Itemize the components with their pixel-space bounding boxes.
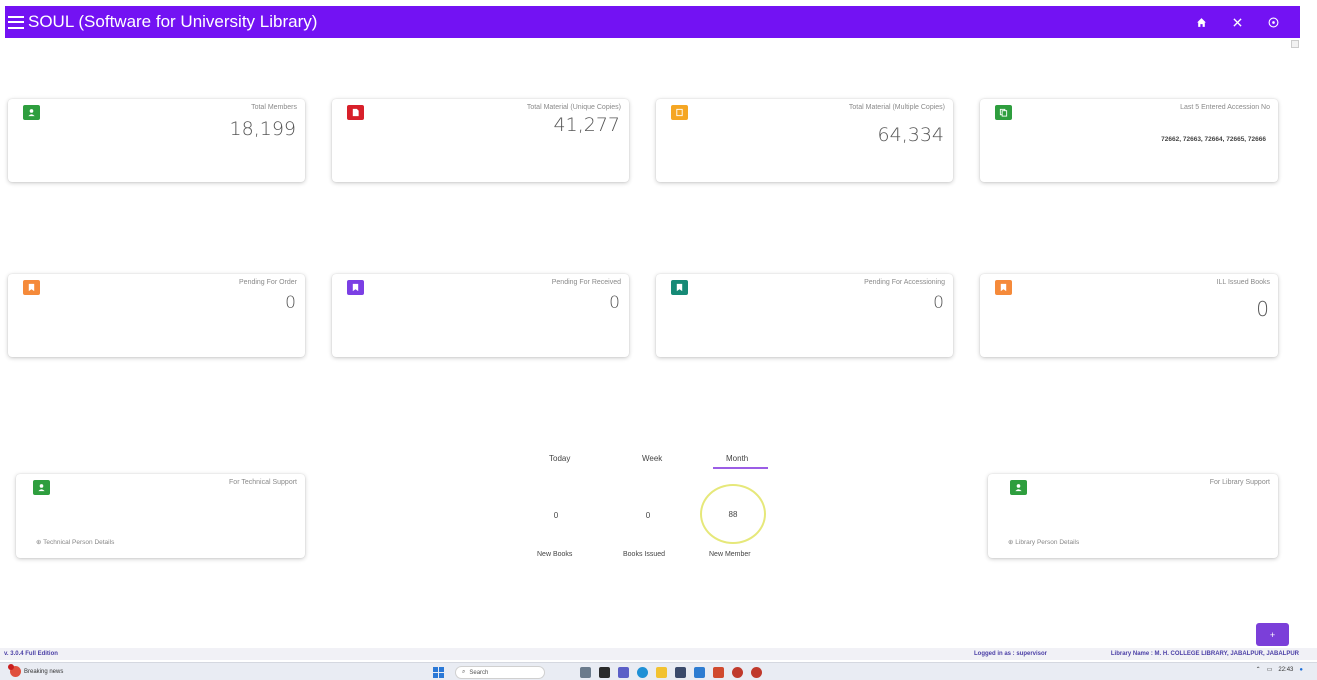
book-icon (671, 280, 688, 295)
logged-in-text: Logged in as : supervisor (973, 651, 1047, 657)
chevron-up-icon[interactable]: ⌃ (1256, 666, 1261, 673)
card-total-members[interactable]: Total Members 18,199 (8, 99, 305, 182)
stat-label: Pending For Received (551, 279, 621, 286)
support-label: For Technical Support (229, 479, 297, 486)
book-icon (23, 280, 40, 295)
tab-week[interactable]: Week (642, 454, 662, 463)
tab-today[interactable]: Today (549, 454, 570, 463)
news-text: Breaking news (24, 668, 64, 675)
taskbar-app-icon[interactable] (732, 667, 743, 678)
stat-value: 64,334 (877, 124, 944, 146)
store-icon[interactable] (675, 667, 686, 678)
home-icon[interactable] (1192, 13, 1210, 31)
new-books-count: 0 (553, 511, 559, 520)
book-icon (347, 280, 364, 295)
stat-value: 18,199 (229, 118, 296, 140)
clock[interactable]: 22:43 (1278, 667, 1293, 673)
search-icon: ⌕ (462, 669, 466, 675)
menu-icon[interactable] (8, 15, 24, 29)
card-ill-issued[interactable]: ILL Issued Books 0 (980, 274, 1278, 357)
taskbar-app-icon[interactable] (599, 667, 610, 678)
card-total-material-unique[interactable]: Total Material (Unique Copies) 41,277 (332, 99, 629, 182)
taskbar-app-icon[interactable] (580, 667, 591, 678)
stat-label: Total Material (Multiple Copies) (848, 104, 945, 111)
stat-label: ILL Issued Books (1216, 279, 1270, 286)
new-member-count: 88 (728, 510, 738, 519)
stat-value: 41,277 (553, 114, 620, 136)
stat-label: Pending For Order (239, 279, 297, 286)
library-name-text: Library Name : M. H. COLLEGE LIBRARY, JA… (1110, 651, 1299, 657)
user-icon (1010, 480, 1027, 495)
taskbar-app-icon[interactable] (751, 667, 762, 678)
help-icon[interactable] (1264, 13, 1282, 31)
stat-value: 0 (609, 293, 620, 313)
search-placeholder: Search (469, 669, 489, 676)
scroll-indicator[interactable] (1291, 40, 1299, 48)
file-explorer-icon[interactable] (656, 667, 667, 678)
taskbar-search[interactable]: ⌕ Search (455, 666, 545, 679)
books-issued-count: 0 (645, 511, 651, 520)
outlook-icon[interactable] (694, 667, 705, 678)
library-person-link[interactable]: ⊕ Library Person Details (1008, 538, 1079, 546)
user-icon (33, 480, 50, 495)
stat-value: 0 (933, 293, 944, 313)
support-label: For Library Support (1209, 479, 1270, 486)
active-tab-indicator (713, 467, 768, 469)
news-icon (8, 664, 21, 677)
app-window: SOUL (Software for University Library) T… (0, 0, 1317, 680)
copy-icon (995, 105, 1012, 120)
add-button[interactable]: + (1256, 623, 1289, 646)
new-books-label: New Books (537, 551, 573, 558)
document-icon (347, 105, 364, 120)
technical-person-link[interactable]: ⊕ Technical Person Details (36, 538, 114, 546)
book-icon (995, 280, 1012, 295)
wifi-icon[interactable]: ▭ (1267, 666, 1273, 673)
tab-month[interactable]: Month (726, 454, 748, 463)
stat-value: 0 (1256, 297, 1269, 321)
os-taskbar: Breaking news ⌕ Search ⌃ ▭ 22:43 ● (0, 662, 1317, 680)
books-issued-label: Books Issued (623, 551, 666, 558)
book-icon (671, 105, 688, 120)
status-footer: v. 3.0.4 Full Edition Logged in as : sup… (0, 648, 1317, 660)
card-last-accession[interactable]: Last 5 Entered Accession No 72662, 72663… (980, 99, 1278, 182)
version-text: v. 3.0.4 Full Edition (4, 651, 58, 657)
card-technical-support[interactable]: For Technical Support ⊕ Technical Person… (16, 474, 305, 558)
taskbar-app-icon[interactable] (713, 667, 724, 678)
stat-label: Pending For Accessioning (864, 279, 945, 286)
accession-list: 72662, 72663, 72664, 72665, 72666 (1161, 136, 1266, 143)
app-title: SOUL (Software for University Library) (28, 12, 318, 31)
library-person-text[interactable]: Library Person Details (1015, 539, 1079, 546)
stat-label: Total Material (Unique Copies) (526, 104, 621, 111)
windows-start-icon[interactable] (433, 667, 444, 678)
close-icon[interactable] (1228, 13, 1246, 31)
new-member-label: New Member (709, 551, 751, 558)
teams-icon[interactable] (618, 667, 629, 678)
notification-icon[interactable]: ● (1299, 667, 1303, 673)
edge-icon[interactable] (637, 667, 648, 678)
stat-label: Total Members (251, 104, 297, 111)
system-tray: ⌃ ▭ 22:43 ● (1256, 666, 1303, 674)
topbar-actions (1192, 13, 1282, 31)
card-pending-received[interactable]: Pending For Received 0 (332, 274, 629, 357)
card-total-material-multiple[interactable]: Total Material (Multiple Copies) 64,334 (656, 99, 953, 182)
card-pending-order[interactable]: Pending For Order 0 (8, 274, 305, 357)
news-widget[interactable]: Breaking news (8, 664, 64, 677)
card-pending-accessioning[interactable]: Pending For Accessioning 0 (656, 274, 953, 357)
top-navbar: SOUL (Software for University Library) (5, 6, 1300, 38)
technical-person-text[interactable]: Technical Person Details (43, 539, 114, 546)
user-icon (23, 105, 40, 120)
stat-value: 0 (285, 293, 296, 313)
card-library-support[interactable]: For Library Support ⊕ Library Person Det… (988, 474, 1278, 558)
stat-label: Last 5 Entered Accession No (1180, 104, 1270, 111)
